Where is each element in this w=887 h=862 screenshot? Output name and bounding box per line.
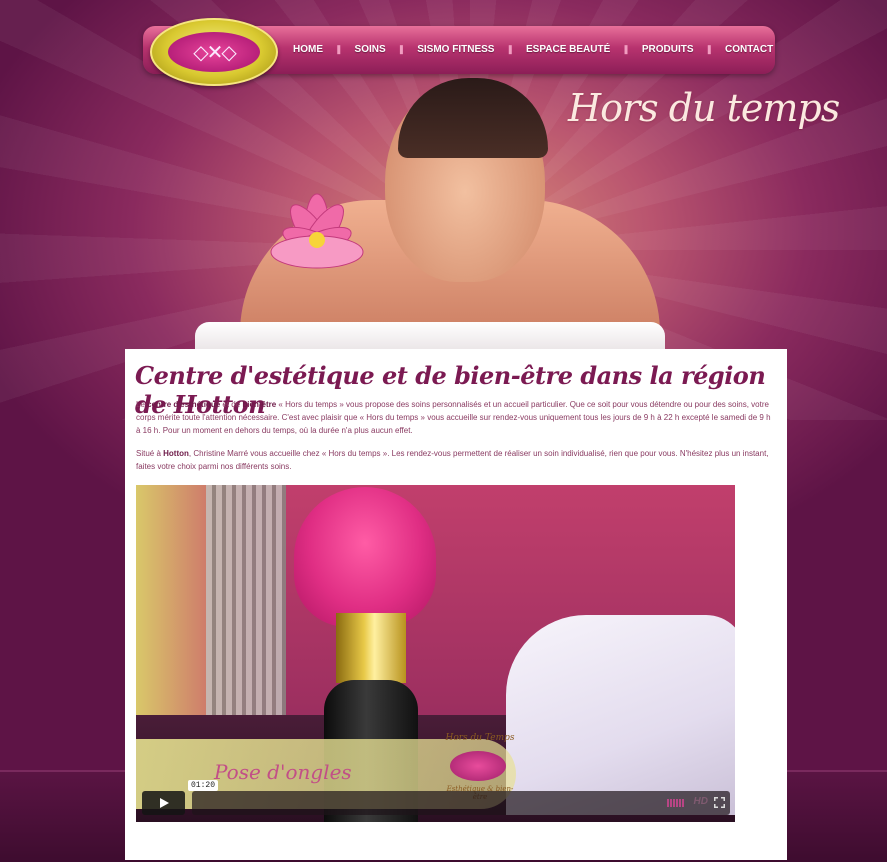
nav-item-home[interactable]: HOME (293, 44, 323, 55)
location-paragraph: Situé à Hotton, Christine Marré vous acc… (136, 447, 774, 473)
nav-separator: ❚ (622, 44, 630, 54)
nav-item-produits[interactable]: PRODUITS (642, 44, 694, 55)
hd-toggle[interactable]: HD (694, 796, 708, 807)
nav-separator: ❚ (335, 44, 343, 54)
bold-keyword: centre d'esthétique (147, 400, 221, 409)
bold-keyword: bien-être (242, 400, 277, 409)
nav-item-contact[interactable]: CONTACT (725, 44, 773, 55)
text-span: Le (136, 400, 148, 409)
nav-separator: ❚ (397, 44, 406, 54)
video-nail-dryer (506, 615, 735, 815)
video-caption: Pose d'ongles (214, 760, 352, 784)
video-brush-ferrule (336, 613, 406, 683)
fullscreen-icon[interactable] (714, 797, 725, 808)
nav-item-sismo-fitness[interactable]: SISMO FITNESS (417, 44, 494, 55)
nav-menu: HOME ❚ SOINS ❚ SISMO FITNESS ❚ ESPACE BE… (293, 44, 773, 55)
nav-item-espace-beaute[interactable]: ESPACE BEAUTÉ (526, 44, 610, 55)
video-brand-watermark: Hors du Temps Esthétique & bien-être (442, 685, 518, 805)
video-brand-emblem (450, 751, 506, 781)
nav-item-soins[interactable]: SOINS (355, 44, 386, 55)
play-icon (159, 798, 169, 808)
video-player[interactable]: Pose d'ongles Hors du Temps Esthétique &… (136, 485, 735, 822)
video-brand-name: Hors du Temps (445, 733, 515, 743)
nav-separator: ❚ (705, 44, 714, 54)
lotus-flower-image (270, 193, 364, 269)
text-span: et de (220, 400, 243, 409)
video-progress-bar[interactable]: HD (192, 791, 730, 815)
logo-mark: ◇✕◇ (193, 40, 237, 64)
play-button[interactable] (142, 791, 185, 815)
text-span: Situé à (136, 449, 164, 458)
text-span: , Christine Marré vous accueille chez « … (136, 449, 769, 471)
video-lamp-arm (206, 485, 286, 715)
logo-emblem: ◇✕◇ (168, 32, 260, 72)
video-controls: HD 01:20 (142, 780, 730, 815)
site-logo[interactable]: ◇✕◇ (150, 18, 278, 86)
volume-icon[interactable] (667, 799, 684, 807)
intro-paragraph: Le centre d'esthétique et de bien-être «… (136, 398, 774, 437)
hero-title: Hors du temps (568, 86, 840, 130)
nav-separator: ❚ (506, 44, 514, 54)
main-content: Centre d'estétique et de bien-être dans … (125, 349, 787, 860)
video-brush-head (294, 487, 436, 627)
video-time: 01:20 (188, 780, 219, 791)
bold-keyword: Hotton (163, 449, 189, 458)
